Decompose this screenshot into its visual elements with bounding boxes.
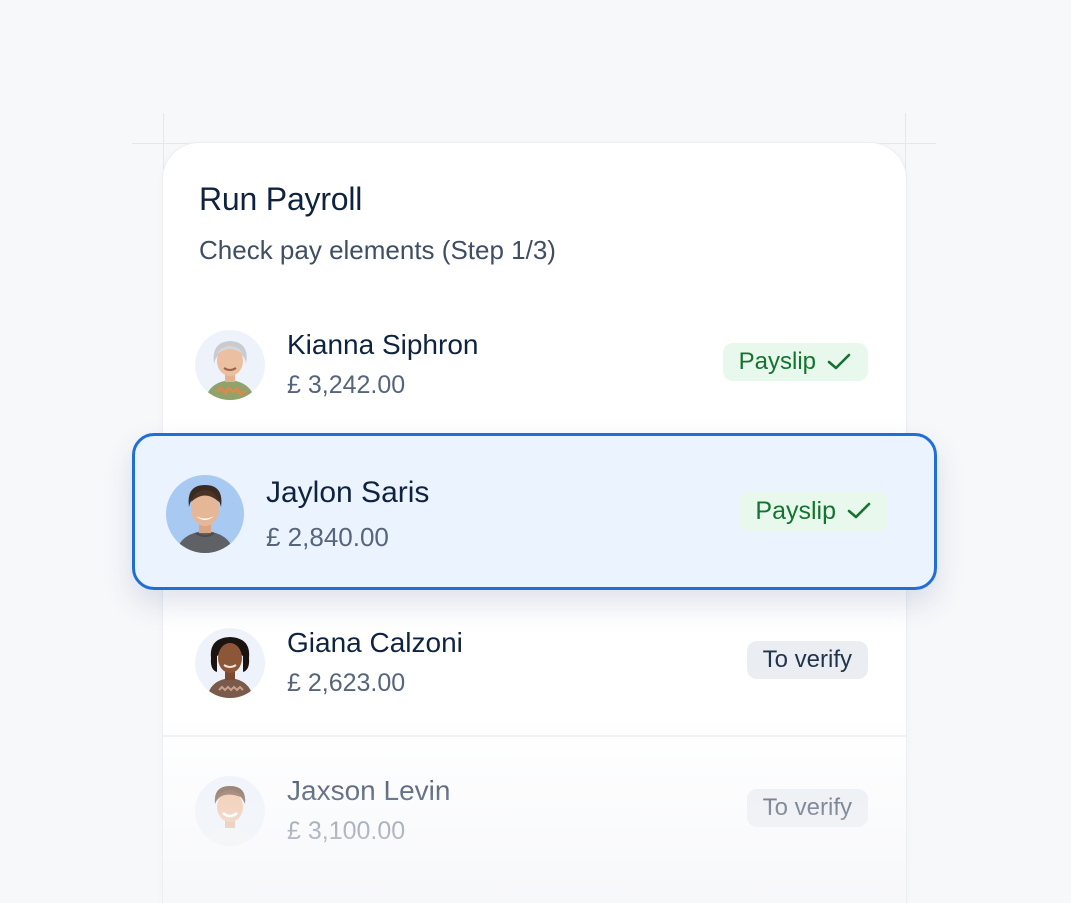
guide-line-right [905, 113, 906, 173]
avatar [195, 330, 265, 400]
status-label: Payslip [755, 496, 836, 525]
employee-amount: £ 2,623.00 [287, 669, 406, 697]
employee-name: Giana Calzoni [287, 627, 463, 658]
employee-row[interactable]: Jaxson Levin £ 3,100.00 To verify [163, 735, 906, 879]
payslip-status-badge[interactable]: Payslip [722, 343, 868, 381]
status-label: To verify [762, 794, 852, 821]
status-label: Payslip [738, 348, 816, 375]
avatar [195, 628, 265, 698]
employee-name: Jaxson Levin [287, 775, 451, 806]
employee-name: Jaylon Saris [266, 476, 430, 509]
card-title: Run Payroll [199, 181, 363, 217]
employee-row[interactable]: Kianna Siphron £ 3,242.00 Payslip [163, 305, 906, 425]
check-icon [827, 353, 851, 370]
employee-row-selected[interactable]: Jaylon Saris £ 2,840.00 Payslip [132, 433, 937, 590]
employee-amount: £ 2,840.00 [266, 522, 389, 552]
avatar [195, 776, 265, 846]
avatar [166, 475, 244, 553]
status-label: To verify [762, 646, 852, 673]
employee-amount: £ 3,100.00 [287, 817, 406, 845]
card-subtitle: Check pay elements (Step 1/3) [199, 235, 556, 265]
payslip-status-badge[interactable]: Payslip [739, 491, 888, 531]
check-icon [847, 502, 871, 519]
employee-row[interactable]: Giana Calzoni £ 2,623.00 To verify [163, 603, 906, 723]
employee-name: Kianna Siphron [287, 329, 479, 360]
employee-amount: £ 3,242.00 [287, 371, 406, 399]
verify-status-badge[interactable]: To verify [746, 641, 868, 679]
verify-status-badge[interactable]: To verify [746, 789, 868, 827]
guide-line-left [163, 113, 164, 173]
